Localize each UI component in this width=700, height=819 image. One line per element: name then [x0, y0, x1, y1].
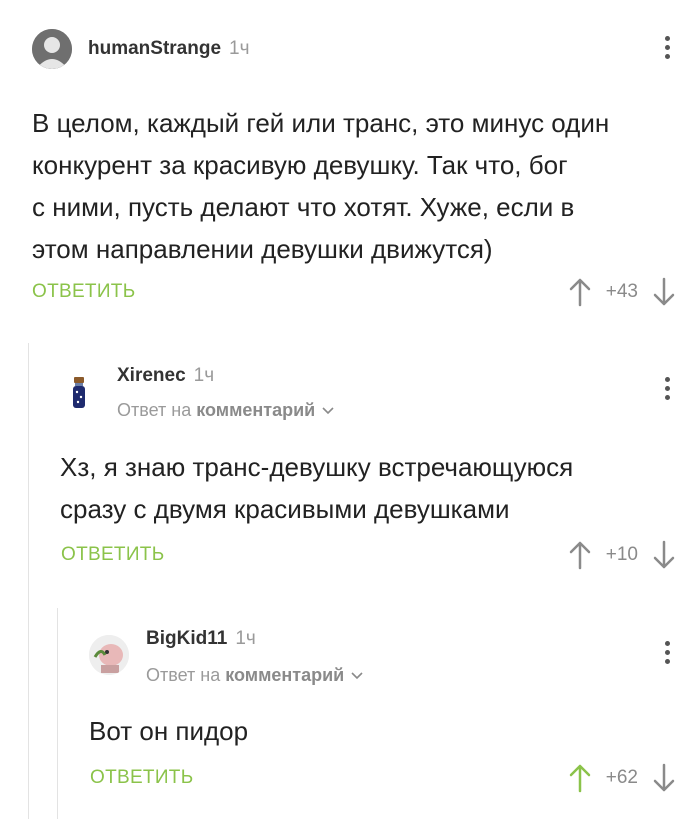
text-line: Вот он пидор — [89, 716, 249, 746]
bottle-avatar-icon — [60, 372, 100, 412]
timestamp: 1ч — [235, 628, 256, 649]
author-name[interactable]: Xirenec 1ч — [117, 365, 214, 387]
comment-3: BigKid11 1ч Ответ на комментарий Вот он п… — [0, 608, 700, 819]
reply-to-link[interactable]: Ответ на комментарий — [117, 400, 334, 421]
timestamp: 1ч — [229, 38, 250, 59]
timestamp: 1ч — [193, 365, 215, 386]
text-line: В целом, каждый гей или транс, это минус… — [32, 108, 610, 138]
arrow-up-icon[interactable] — [568, 763, 592, 793]
arrow-up-icon[interactable] — [568, 540, 592, 570]
reply-button[interactable]: ОТВЕТИТЬ — [61, 544, 164, 566]
arrow-down-icon[interactable] — [652, 763, 676, 793]
author-label[interactable]: humanStrange — [88, 38, 221, 59]
avatar[interactable] — [32, 29, 72, 69]
kebab-icon[interactable] — [664, 36, 670, 64]
reply-to-target[interactable]: комментарий — [196, 400, 315, 420]
chevron-down-icon[interactable] — [322, 406, 334, 416]
text-line: конкурент за красивую девушку. Так что, … — [32, 150, 568, 180]
reply-button[interactable]: ОТВЕТИТЬ — [90, 767, 193, 789]
comment-actions: ОТВЕТИТЬ +62 — [0, 761, 676, 795]
reply-to-prefix: Ответ на — [117, 400, 192, 420]
reply-to-link[interactable]: Ответ на комментарий — [146, 665, 363, 686]
author-name[interactable]: humanStrange 1ч — [88, 38, 250, 60]
comment-text: Вот он пидор — [89, 710, 248, 752]
creature-avatar-icon — [89, 635, 129, 675]
avatar[interactable] — [89, 635, 129, 675]
score: +43 — [605, 281, 638, 302]
vote-controls: +10 — [568, 538, 676, 572]
chevron-down-icon[interactable] — [351, 671, 363, 681]
arrow-up-icon[interactable] — [568, 277, 592, 307]
text-line: этом направлении девушки движутся) — [32, 234, 493, 264]
reply-to-prefix: Ответ на — [146, 665, 221, 685]
kebab-icon[interactable] — [664, 377, 670, 405]
text-line: сразу с двумя красивыми девушками — [60, 494, 510, 524]
text-line: Хз, я знаю транс-девушку встречающуюся — [60, 452, 574, 482]
score: +62 — [605, 767, 638, 788]
vote-controls: +62 — [568, 761, 676, 795]
comment-actions: ОТВЕТИТЬ +10 — [0, 538, 676, 572]
avatar[interactable] — [60, 372, 100, 412]
author-name[interactable]: BigKid11 1ч — [146, 628, 256, 650]
comment-text: Хз, я знаю транс-девушку встречающуюся с… — [60, 446, 573, 530]
comment-text: В целом, каждый гей или транс, это минус… — [32, 102, 609, 270]
score: +10 — [605, 544, 638, 565]
author-label[interactable]: Xirenec — [117, 365, 186, 386]
text-line: с ними, пусть делают что хотят. Хуже, ес… — [32, 192, 575, 222]
author-label[interactable]: BigKid11 — [146, 628, 227, 649]
comment-actions: ОТВЕТИТЬ +43 — [0, 275, 676, 309]
arrow-down-icon[interactable] — [652, 277, 676, 307]
arrow-down-icon[interactable] — [652, 540, 676, 570]
reply-to-target[interactable]: комментарий — [225, 665, 344, 685]
reply-button[interactable]: ОТВЕТИТЬ — [32, 281, 135, 303]
vote-controls: +43 — [568, 275, 676, 309]
default-user-icon — [32, 29, 72, 69]
comment-1: humanStrange 1ч В целом, каждый гей или т… — [0, 0, 700, 330]
kebab-icon[interactable] — [664, 641, 670, 669]
